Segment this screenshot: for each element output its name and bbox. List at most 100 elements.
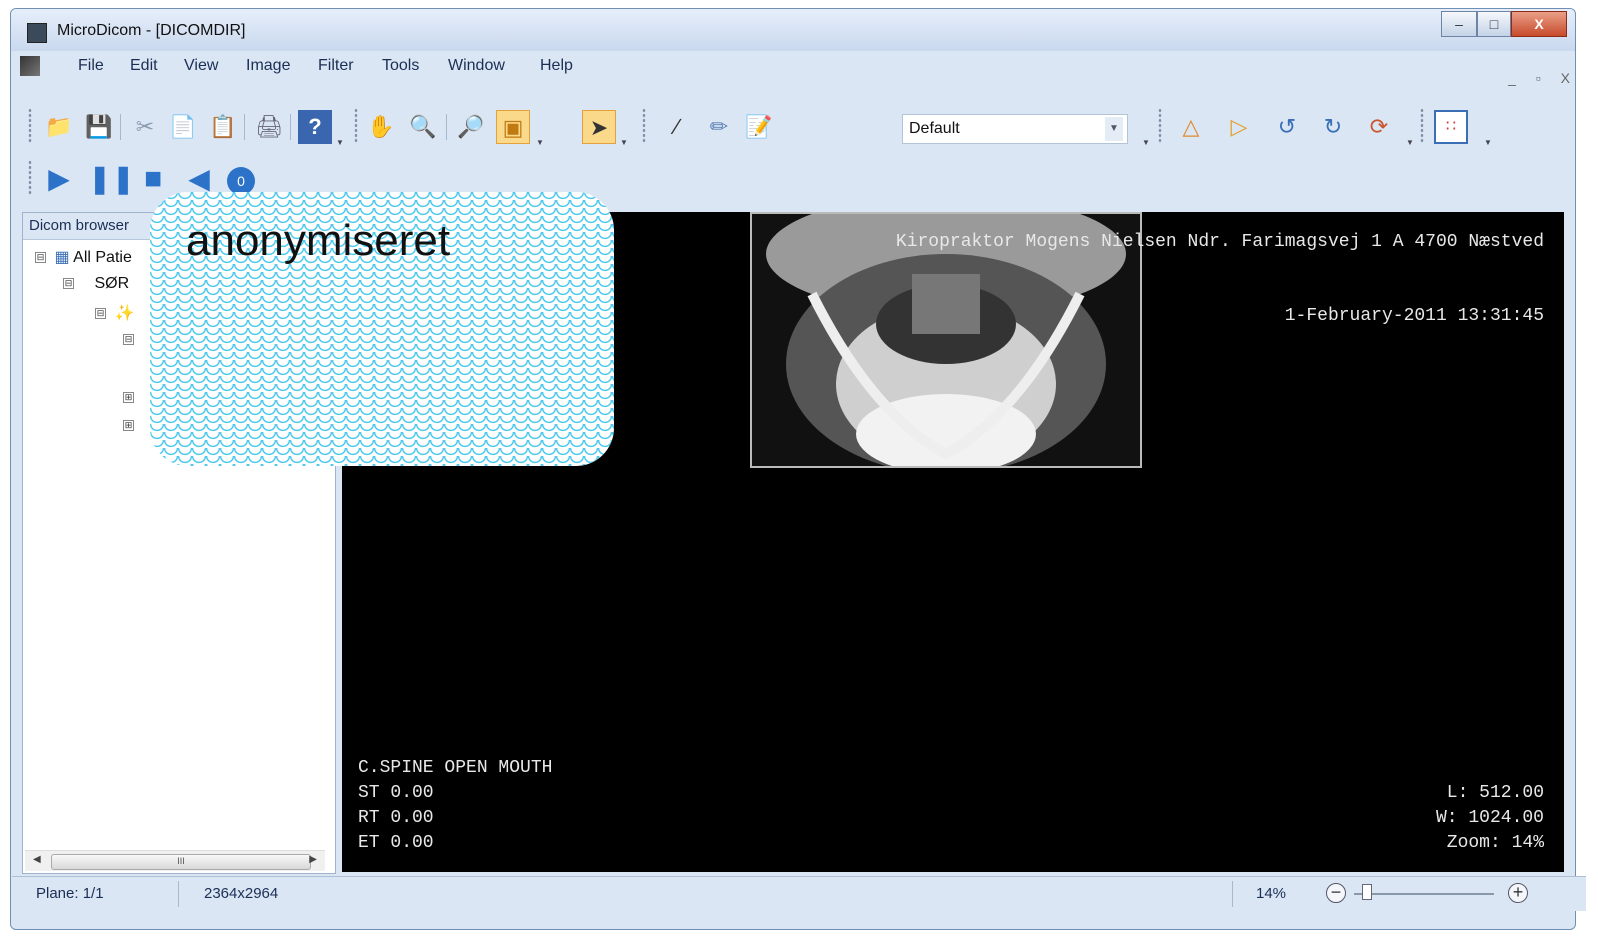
collapse-icon[interactable]: ⊟ [95, 308, 106, 320]
menu-help[interactable]: Help [540, 57, 573, 75]
transform-toolbar: ▼ △ ▷ ↺ ↻ ⟳ ▼ ∷ ▼ [1140, 100, 1580, 152]
stop-icon[interactable]: ■ [136, 162, 170, 196]
menu-filter[interactable]: Filter [318, 57, 354, 75]
previous-icon[interactable]: ◀ [182, 162, 216, 196]
menu-window[interactable]: Window [448, 57, 505, 75]
menu-edit[interactable]: Edit [130, 57, 158, 75]
print-icon[interactable]: 🖨 [252, 110, 286, 144]
zoom-readout: Zoom: 14% [1446, 833, 1544, 853]
overlay-label: anonymiseret [186, 216, 451, 265]
tree-node-series[interactable]: ⊞ [123, 417, 138, 435]
slice-thickness: ST 0.00 [358, 783, 434, 803]
zoom-slider[interactable] [1354, 893, 1494, 895]
pencil-icon[interactable]: ✏ [702, 110, 736, 144]
toolbar-grip[interactable] [1158, 108, 1162, 144]
open-folder-icon[interactable]: 📁 [42, 110, 76, 144]
status-divider [1232, 881, 1233, 907]
flip-horizontal-icon[interactable]: △ [1174, 110, 1208, 144]
annotation-icon[interactable]: 📝 [742, 110, 776, 144]
save-icon[interactable]: 💾 [82, 110, 116, 144]
mdi-window-controls[interactable]: _ ▫ X [1508, 70, 1578, 86]
toolbar-grip[interactable] [354, 108, 358, 144]
play-icon[interactable]: ▶ [42, 162, 76, 196]
line-icon[interactable]: ∕ [660, 110, 694, 144]
pause-icon[interactable]: ❚❚ [88, 162, 135, 196]
flip-vertical-icon[interactable]: ▷ [1222, 110, 1256, 144]
institution-label: Kiropraktor Mogens Nielsen Ndr. Farimags… [895, 232, 1544, 252]
toolbar-grip[interactable] [1420, 108, 1424, 144]
preset-select[interactable]: Default ▼ [902, 114, 1128, 144]
zoom-slider-thumb[interactable] [1362, 884, 1373, 900]
app-icon [27, 23, 47, 43]
counter-icon[interactable]: 0 [224, 162, 258, 196]
toolbar-overflow-icon[interactable]: ▼ [1484, 138, 1492, 148]
repetition-time: RT 0.00 [358, 808, 434, 828]
zoom-icon[interactable]: 🔍 [406, 110, 440, 144]
menu-tools[interactable]: Tools [382, 57, 419, 75]
counter-value: 0 [227, 167, 255, 195]
menu-view[interactable]: View [184, 57, 218, 75]
cut-icon[interactable]: ✂ [128, 110, 162, 144]
collapse-icon[interactable]: ⊟ [63, 278, 74, 290]
toolbar-separator [244, 114, 245, 140]
toolbar-grip[interactable] [642, 108, 646, 144]
paste-icon[interactable]: 📋 [206, 110, 240, 144]
zoom-percent: 14% [1256, 885, 1287, 902]
tree-node-label: All Patie [73, 249, 132, 266]
rotate-right-icon[interactable]: ↻ [1316, 110, 1350, 144]
image-dimensions: 2364x2964 [204, 885, 279, 902]
rotate-left-icon[interactable]: ↺ [1270, 110, 1304, 144]
echo-time: ET 0.00 [358, 833, 434, 853]
toolbar-separator [290, 114, 291, 140]
fit-window-icon[interactable]: ▣ [496, 110, 530, 144]
menu-image[interactable]: Image [246, 57, 290, 75]
tree-node-series[interactable]: ⊞ [123, 389, 138, 407]
zoom-out-icon[interactable]: − [1326, 883, 1346, 903]
tree-node-label: SØR [94, 275, 130, 292]
patients-folder-icon: ▦ [54, 249, 70, 266]
series-description: C.SPINE OPEN MOUTH [358, 758, 553, 778]
scroll-right-icon[interactable]: ▶ [309, 854, 317, 865]
window-width: W: 1024.00 [1435, 808, 1544, 828]
title-bar: MicroDicom - [DICOMDIR] – □ X [11, 9, 1575, 51]
zoom-1to1-icon[interactable]: 🔎 [454, 110, 488, 144]
help-icon[interactable]: ? [298, 110, 332, 144]
pan-hand-icon[interactable]: ✋ [364, 110, 398, 144]
menu-app-icon [20, 56, 40, 76]
toolbar-overflow-icon[interactable]: ▼ [1406, 138, 1414, 148]
toolbar-grip[interactable] [28, 108, 32, 144]
expand-icon[interactable]: ⊞ [123, 420, 134, 432]
toolbar-grip[interactable] [28, 160, 32, 196]
toolbar-overflow-icon[interactable]: ▼ [620, 138, 628, 148]
scroll-left-icon[interactable]: ◀ [33, 854, 41, 865]
expand-icon[interactable]: ⊞ [123, 392, 134, 404]
collapse-icon[interactable]: ⊟ [35, 252, 46, 264]
chevron-down-icon[interactable]: ▼ [1105, 117, 1123, 141]
close-button[interactable]: X [1511, 11, 1567, 37]
tree-node-study[interactable]: ⊟ ✨ [95, 303, 134, 323]
window-title: MicroDicom - [DICOMDIR] [57, 22, 246, 39]
fullscreen-icon[interactable]: ∷ [1434, 110, 1468, 144]
toolbar-overflow-icon[interactable]: ▼ [336, 138, 344, 148]
copy-icon[interactable]: 📄 [166, 110, 200, 144]
plane-status: Plane: 1/1 [36, 885, 104, 902]
toolbar-overflow-icon[interactable]: ▼ [536, 138, 544, 148]
menu-file[interactable]: File [78, 57, 104, 75]
status-bar: Plane: 1/1 2364x2964 14% − + [12, 876, 1586, 911]
menu-bar: File Edit View Image Filter Tools Window… [10, 48, 1588, 86]
reset-icon[interactable]: ⟳ [1362, 110, 1396, 144]
select-arrow-icon[interactable]: ➤ [582, 110, 616, 144]
maximize-button[interactable]: □ [1477, 11, 1511, 37]
tree-node-series[interactable]: ⊟ [123, 331, 138, 349]
toolbar-separator [446, 114, 447, 140]
toolbar-overflow-icon[interactable]: ▼ [1142, 138, 1150, 148]
horizontal-scrollbar[interactable]: ◀ III ▶ [25, 850, 325, 871]
window-level: L: 512.00 [1446, 783, 1544, 803]
minimize-button[interactable]: – [1441, 11, 1477, 37]
toolbar-separator [120, 114, 121, 140]
zoom-in-icon[interactable]: + [1508, 883, 1528, 903]
tree-node-patient[interactable]: ⊟ SØR [63, 275, 129, 293]
scroll-thumb[interactable]: III [51, 854, 311, 870]
tree-node-all-patients[interactable]: ⊟ ▦ All Patie [35, 247, 132, 267]
collapse-icon[interactable]: ⊟ [123, 334, 134, 346]
